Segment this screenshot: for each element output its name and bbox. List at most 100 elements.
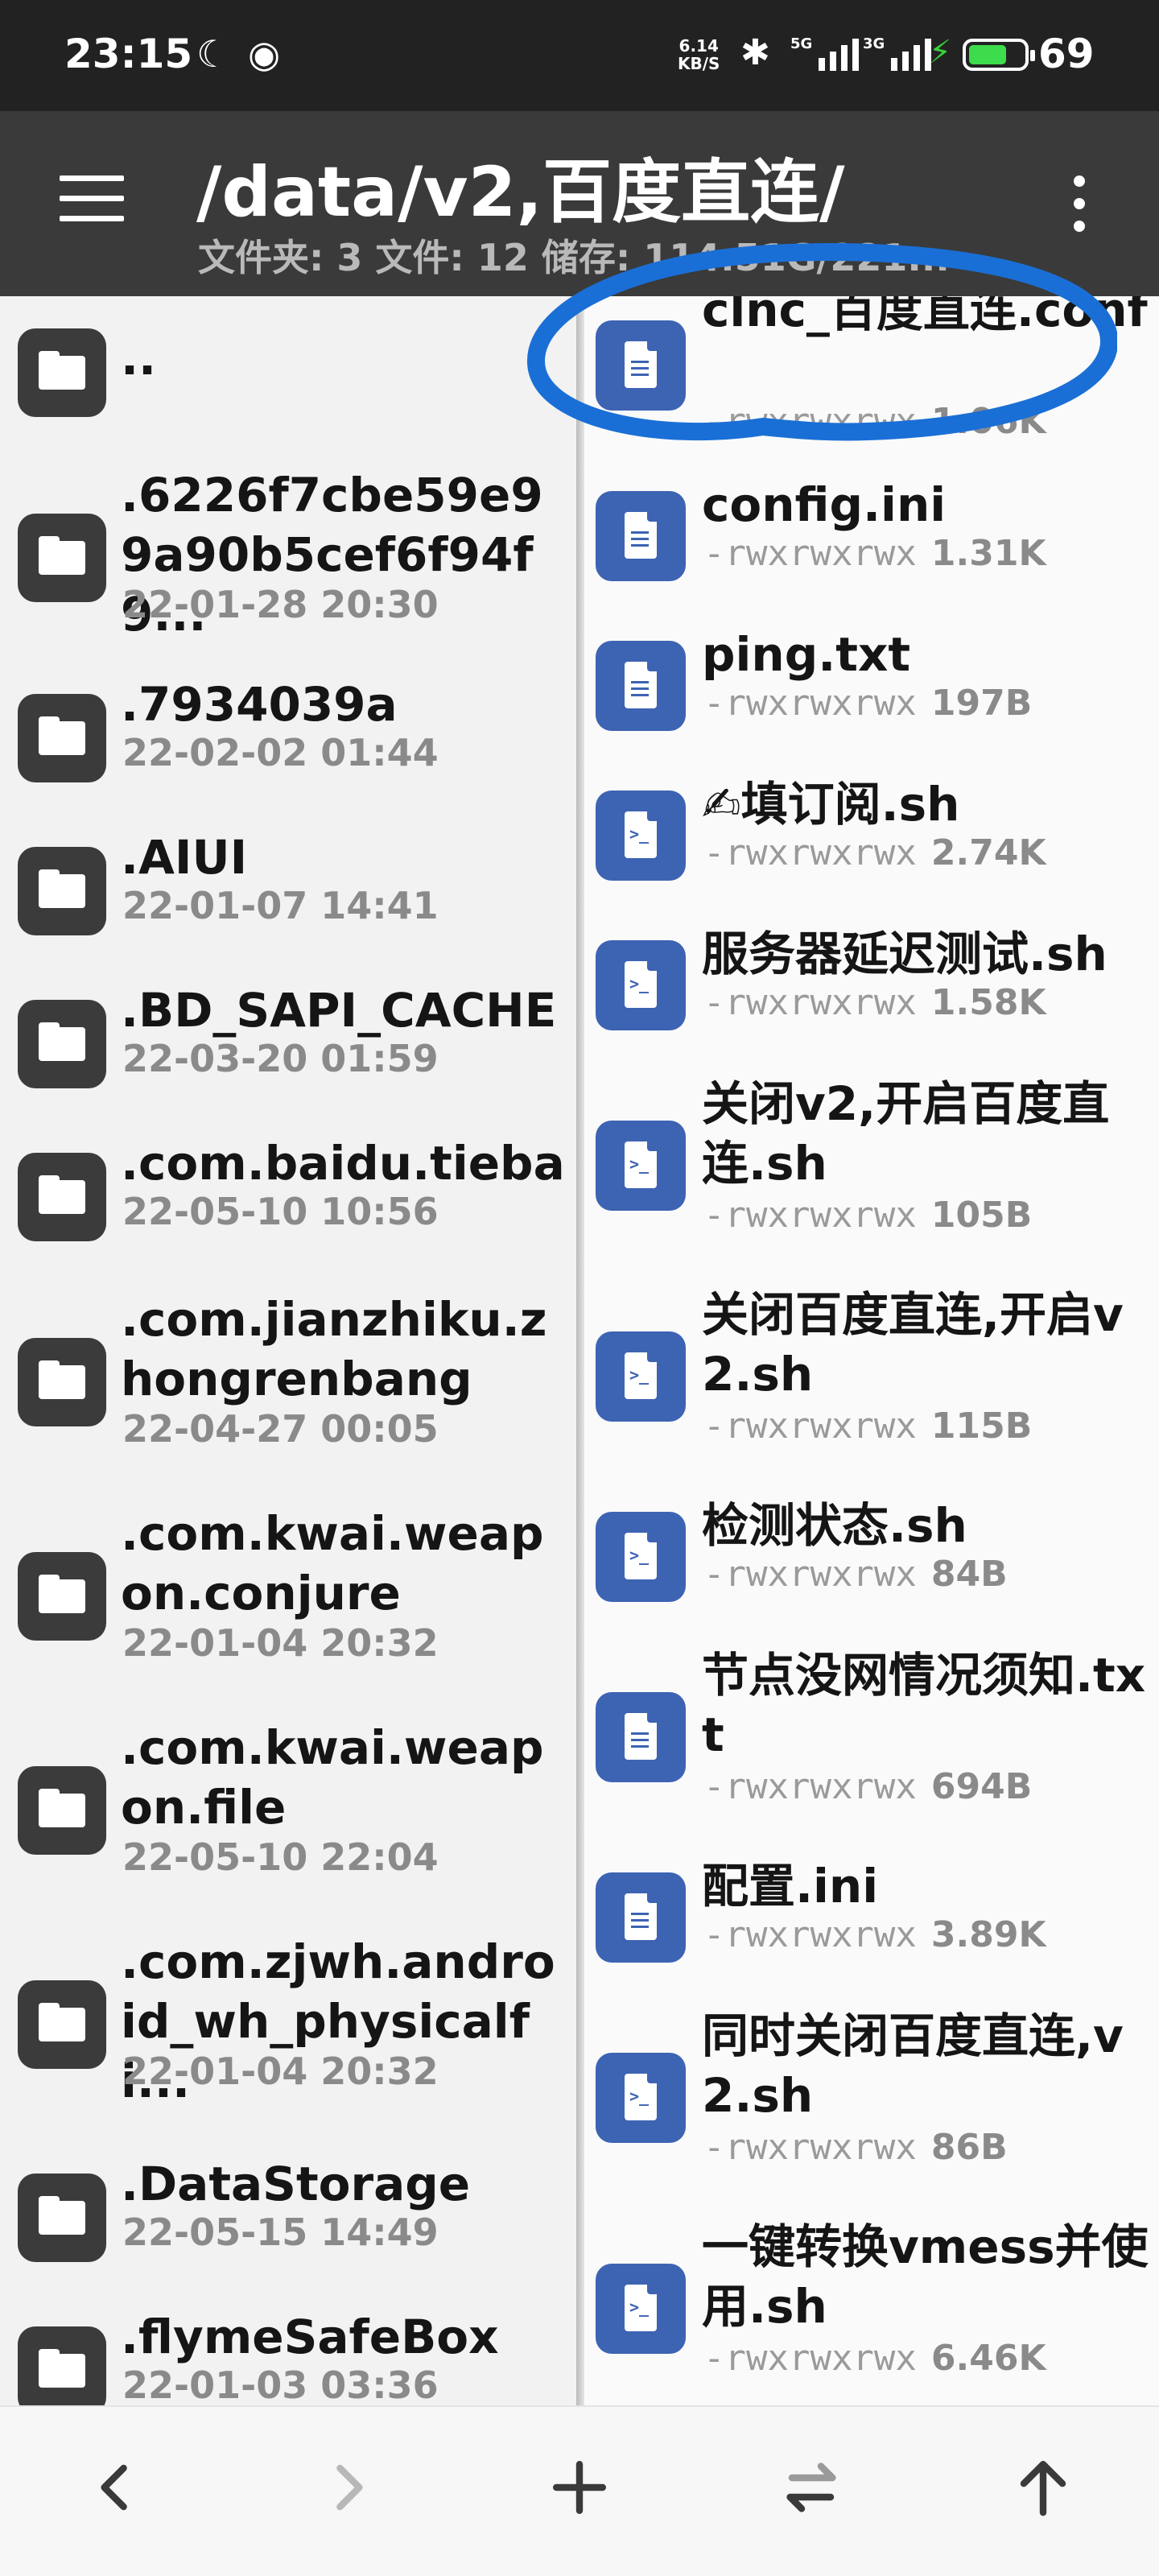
item-name: .7934039a (121, 677, 398, 732)
script-file-icon: >_ (596, 1512, 686, 1602)
bluetooth-icon: ✱ (740, 32, 770, 73)
item-name: 关闭v2,开启百度直连.sh (702, 1076, 1110, 1191)
item-name: 关闭百度直连,开启v2.sh (702, 1287, 1124, 1402)
folder-summary: 文件夹: 3 文件: 12 储存: 114.51G/221... (198, 236, 950, 279)
script-file-icon: >_ (596, 1121, 686, 1211)
item-name: 节点没网情况须知.txt (702, 1648, 1146, 1762)
list-item[interactable]: >_ 服务器延迟测试.sh -rwxrwxrwx 1.58K (584, 924, 1159, 1045)
list-item[interactable]: .com.zjwh.android_wh_physicalfi... 22-01… (0, 1932, 576, 2117)
left-pane[interactable]: .. .6226f7cbe59e99a90b5cef6f94f9... 22-0… (0, 296, 576, 2405)
up-icon[interactable] (995, 2439, 1091, 2536)
item-name: .com.baidu.tieba (121, 1136, 565, 1191)
folder-icon (18, 328, 106, 417)
folder-icon (18, 1980, 106, 2069)
pane-divider[interactable] (576, 296, 584, 2405)
item-name: 一键转换vmess并使用.sh (702, 2219, 1149, 2334)
list-item[interactable]: ping.txt -rwxrwxrwx 197B (584, 625, 1159, 745)
item-meta: -rwxrwxrwx 6.46K (703, 2338, 1046, 2379)
clock: 23:15 (64, 31, 193, 77)
list-item[interactable]: >_ 关闭v2,开启百度直连.sh -rwxrwxrwx 105B (584, 1074, 1159, 1259)
list-item[interactable]: clnc_百度直连.conf -rwxrwxrwx 1.06K (584, 296, 1159, 442)
item-date: 22-04-27 00:05 (122, 1407, 439, 1451)
right-pane[interactable]: clnc_百度直连.conf -rwxrwxrwx 1.06K config.in… (584, 296, 1159, 2405)
list-item[interactable]: 配置.ini -rwxrwxrwx 3.89K (584, 1856, 1159, 1977)
item-date: 22-03-20 01:59 (122, 1037, 439, 1080)
text-file-icon (596, 491, 686, 581)
item-date: 22-05-10 22:04 (122, 1835, 439, 1879)
folder-icon (18, 1338, 106, 1426)
list-item[interactable]: .flymeSafeBox 22-01-03 03:36 (0, 2307, 576, 2405)
more-options-icon[interactable] (1067, 175, 1091, 248)
forward-icon[interactable] (299, 2439, 396, 2536)
item-name: 同时关闭百度直连,v2.sh (702, 2008, 1124, 2123)
list-item[interactable]: >_ ✍填订阅.sh -rwxrwxrwx 2.74K (584, 774, 1159, 895)
item-meta: -rwxrwxrwx 1.58K (703, 982, 1046, 1023)
item-name: .BD_SAPI_CACHE (121, 983, 557, 1038)
item-date: 22-05-15 14:49 (122, 2211, 439, 2254)
item-name: .com.kwai.weapon.file (121, 1720, 544, 1835)
item-date: 22-01-03 03:36 (122, 2363, 439, 2405)
list-item[interactable]: >_ 检测状态.sh -rwxrwxrwx 84B (584, 1496, 1159, 1616)
folder-icon (18, 2174, 106, 2262)
item-name: .com.kwai.weapon.conjure (121, 1506, 544, 1620)
item-name: .DataStorage (121, 2157, 471, 2211)
list-item[interactable]: .com.jianzhiku.zhongrenbang 22-04-27 00:… (0, 1290, 576, 1475)
list-item[interactable]: >_ 一键转换vmess并使用.sh -rwxrwxrwx 6.46K (584, 2217, 1159, 2402)
list-item[interactable]: .DataStorage 22-05-15 14:49 (0, 2154, 576, 2275)
item-meta: -rwxrwxrwx 694B (703, 1766, 1033, 1807)
item-date: 22-01-04 20:32 (122, 2050, 439, 2093)
text-file-icon (596, 320, 686, 411)
item-date: 22-01-07 14:41 (122, 884, 439, 927)
item-meta: -rwxrwxrwx 2.74K (703, 832, 1046, 873)
list-item[interactable]: .7934039a 22-02-02 01:44 (0, 675, 576, 795)
sim2-label: 3G (863, 35, 885, 52)
swap-icon[interactable] (763, 2439, 860, 2536)
item-meta: -rwxrwxrwx 86B (703, 2127, 1008, 2168)
item-name: 检测状态.sh (702, 1498, 967, 1553)
script-file-icon: >_ (596, 791, 686, 881)
charging-icon: ⚡ (929, 34, 952, 71)
item-name: 配置.ini (702, 1859, 879, 1913)
item-name: config.ini (702, 477, 947, 532)
item-name: .flymeSafeBox (121, 2310, 499, 2364)
folder-icon (18, 1552, 106, 1641)
list-item[interactable]: >_ 同时关闭百度直连,v2.sh -rwxrwxrwx 86B (584, 2006, 1159, 2191)
item-date: 22-02-02 01:44 (122, 731, 439, 774)
script-file-icon: >_ (596, 1331, 686, 1422)
item-name: ✍填订阅.sh (702, 777, 960, 832)
list-item[interactable]: .BD_SAPI_CACHE 22-03-20 01:59 (0, 980, 576, 1101)
folder-icon (18, 1000, 106, 1088)
script-file-icon: >_ (596, 940, 686, 1030)
list-item[interactable]: config.ini -rwxrwxrwx 1.31K (584, 475, 1159, 596)
status-bar: 23:15 ☾ ◉ 6.14 KB/S ✱ 5G 3G ⚡ 69 (0, 0, 1159, 111)
list-item[interactable]: .AIUI 22-01-07 14:41 (0, 828, 576, 948)
item-name: ping.txt (702, 627, 911, 682)
folder-icon (18, 1766, 106, 1855)
list-item[interactable]: >_ 关闭百度直连,开启v2.sh -rwxrwxrwx 115B (584, 1285, 1159, 1470)
item-meta: -rwxrwxrwx 115B (703, 1406, 1033, 1447)
folder-icon (18, 514, 106, 602)
list-item[interactable]: .6226f7cbe59e99a90b5cef6f94f9... 22-01-2… (0, 465, 576, 642)
folder-icon (18, 847, 106, 935)
list-item[interactable]: .com.kwai.weapon.file 22-05-10 22:04 (0, 1718, 576, 1903)
item-meta: -rwxrwxrwx 3.89K (703, 1914, 1046, 1955)
list-item[interactable]: .com.kwai.weapon.conjure 22-01-04 20:32 (0, 1504, 576, 1689)
sim1-label: 5G (790, 35, 813, 52)
page-title: /data/v2,百度直连/ (196, 152, 845, 233)
item-meta: -rwxrwxrwx 1.31K (703, 533, 1046, 574)
back-icon[interactable] (68, 2439, 164, 2536)
item-date: 22-05-10 10:56 (122, 1190, 439, 1233)
script-file-icon: >_ (596, 2264, 686, 2354)
item-name: clnc_百度直连.conf (702, 296, 1148, 337)
item-meta: -rwxrwxrwx 84B (703, 1554, 1008, 1595)
add-icon[interactable] (531, 2439, 628, 2536)
bottom-toolbar (0, 2405, 1159, 2576)
item-name: .. (121, 331, 157, 386)
list-item[interactable]: 节点没网情况须知.txt -rwxrwxrwx 694B (584, 1645, 1159, 1831)
hotspot-icon: ◉ (248, 32, 281, 76)
list-item-parent[interactable]: .. (0, 312, 576, 433)
moon-icon: ☾ (196, 32, 230, 76)
list-item[interactable]: .com.baidu.tieba 22-05-10 10:56 (0, 1133, 576, 1254)
menu-icon[interactable] (60, 175, 124, 224)
script-file-icon: >_ (596, 2053, 686, 2143)
